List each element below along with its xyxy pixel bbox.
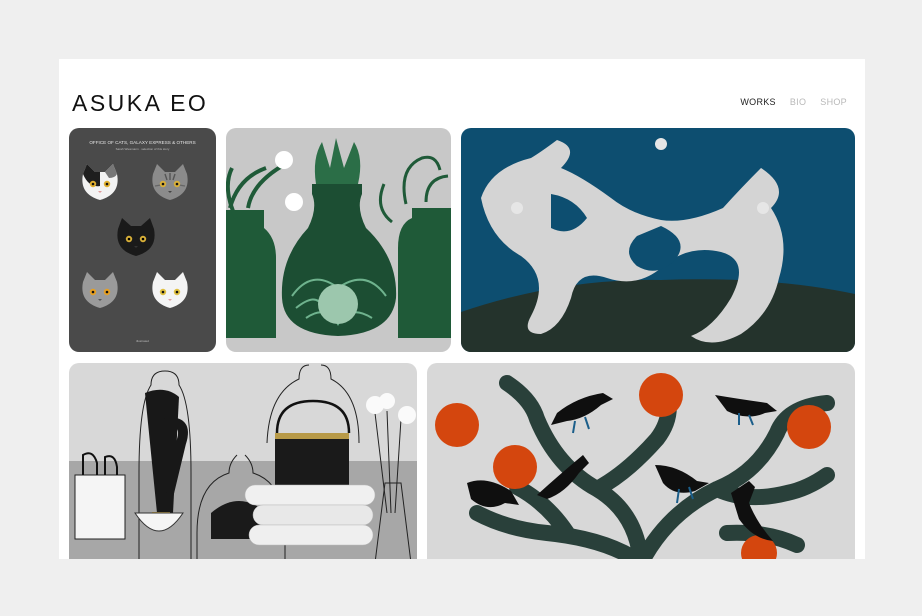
nav-bio-link[interactable]: BIO: [790, 97, 806, 107]
figures-artwork: [461, 128, 855, 352]
nav-shop-link[interactable]: SHOP: [820, 97, 847, 107]
artwork-tile-bags[interactable]: [69, 363, 417, 559]
poster-title: OFFICE OF CATS, GALAXY EXPRESS & OTHERS: [89, 140, 195, 145]
artwork-tile-vases[interactable]: [226, 128, 451, 352]
artwork-tile-figures[interactable]: [461, 128, 855, 352]
artwork-tile-birds[interactable]: [427, 363, 855, 559]
vases-artwork: [226, 128, 451, 352]
portfolio-page: ASUKA EO WORKS BIO SHOP OFFICE OF CATS, …: [59, 59, 865, 559]
site-logo[interactable]: ASUKA EO: [72, 90, 208, 117]
artwork-tile-cats-poster[interactable]: OFFICE OF CATS, GALAXY EXPRESS & OTHERS …: [69, 128, 216, 352]
main-nav: WORKS BIO SHOP: [740, 97, 847, 107]
birds-artwork: [427, 363, 855, 559]
nav-works-link[interactable]: WORKS: [740, 97, 776, 107]
poster-subtitle: Sarah Wiesmann · selection of this story: [116, 147, 170, 151]
cats-poster-artwork: OFFICE OF CATS, GALAXY EXPRESS & OTHERS …: [69, 128, 216, 352]
poster-footer: illustrated: [136, 339, 149, 343]
bags-artwork: [69, 363, 417, 559]
